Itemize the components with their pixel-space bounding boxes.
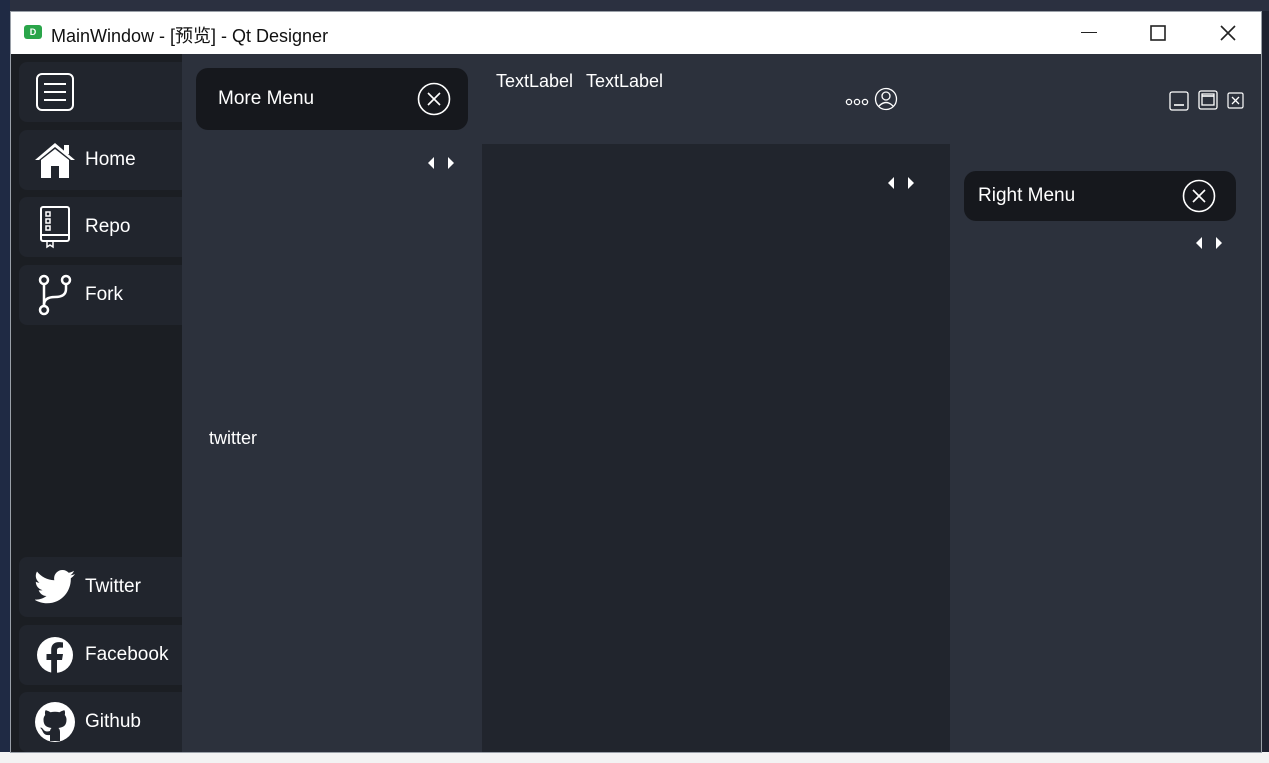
- title-bar[interactable]: D MainWindow - [预览] - Qt Designer: [11, 12, 1261, 54]
- close-icon: [1227, 92, 1244, 109]
- close-more-menu-button[interactable]: [417, 82, 451, 121]
- arrow-left-icon[interactable]: [428, 157, 434, 169]
- app-maximize-button[interactable]: [1198, 90, 1218, 115]
- fork-icon: [33, 273, 77, 317]
- desktop-background-bottom: [0, 752, 1269, 763]
- sidebar-item-fork[interactable]: Fork: [19, 265, 182, 325]
- home-icon: [33, 138, 77, 182]
- right-menu-scroll-arrows[interactable]: [1196, 237, 1222, 249]
- sidebar-item-repo[interactable]: Repo: [19, 197, 182, 257]
- arrow-left-icon[interactable]: [1196, 237, 1202, 249]
- top-bar: TextLabel TextLabel: [482, 54, 1261, 144]
- more-menu-title: More Menu: [218, 88, 315, 109]
- repo-icon: [33, 205, 77, 249]
- sidebar-item-twitter[interactable]: Twitter: [19, 557, 182, 617]
- content-scroll-arrows[interactable]: [888, 177, 914, 189]
- maximize-icon: [1150, 25, 1166, 41]
- right-menu-title: Right Menu: [978, 185, 1076, 206]
- text-label-2: TextLabel: [586, 71, 664, 91]
- github-icon: [33, 700, 77, 744]
- maximize-icon: [1198, 90, 1218, 110]
- maximize-button[interactable]: [1123, 12, 1193, 54]
- desktop-background: [0, 0, 1269, 11]
- sidebar-item-label: Repo: [85, 216, 131, 237]
- app-close-button[interactable]: [1227, 92, 1244, 114]
- more-dots-icon: [845, 98, 869, 106]
- sidebar-item-facebook[interactable]: Facebook: [19, 625, 182, 685]
- close-circle-icon: [1182, 179, 1216, 213]
- main-window: D MainWindow - [预览] - Qt Designer Home R…: [10, 11, 1262, 753]
- facebook-icon: [33, 633, 77, 677]
- more-options-button[interactable]: [845, 94, 869, 112]
- more-menu-header: More Menu: [196, 68, 468, 130]
- sidebar-item-label: Fork: [85, 284, 123, 305]
- close-right-menu-button[interactable]: [1182, 179, 1216, 218]
- minimize-icon: [1081, 32, 1097, 33]
- arrow-left-icon[interactable]: [888, 177, 894, 189]
- text-label-1: TextLabel: [496, 71, 574, 91]
- sidebar-item-github[interactable]: Github: [19, 692, 182, 752]
- app-minimize-button[interactable]: [1169, 91, 1189, 116]
- qt-designer-icon: D: [24, 25, 42, 39]
- sidebar-item-label: Facebook: [85, 644, 169, 665]
- main-content-area: [482, 144, 950, 752]
- minimize-button[interactable]: [1054, 12, 1124, 54]
- sidebar-item-home[interactable]: Home: [19, 130, 182, 190]
- hamburger-menu-icon: [33, 70, 77, 114]
- user-icon: [874, 87, 898, 111]
- sidebar-item-label: Github: [85, 711, 141, 732]
- arrow-right-icon[interactable]: [448, 157, 454, 169]
- sidebar-item-label: Home: [85, 149, 136, 170]
- menu-toggle-button[interactable]: [19, 62, 182, 122]
- arrow-right-icon[interactable]: [1216, 237, 1222, 249]
- user-profile-button[interactable]: [874, 87, 898, 116]
- minimize-icon: [1169, 91, 1189, 111]
- right-menu-panel: Right Menu: [950, 158, 1250, 740]
- twitter-icon: [33, 565, 77, 609]
- close-button[interactable]: [1193, 12, 1261, 54]
- close-icon: [1220, 25, 1236, 41]
- right-menu-header: Right Menu: [964, 171, 1236, 221]
- more-menu-panel: More Menu twitter: [182, 54, 482, 752]
- more-menu-text: twitter: [209, 428, 258, 448]
- sidebar-item-label: Twitter: [85, 576, 141, 597]
- more-menu-scroll-arrows[interactable]: [428, 157, 454, 169]
- close-circle-icon: [417, 82, 451, 116]
- left-sidebar: Home Repo Fork Twitter Facebook Github: [11, 54, 182, 752]
- desktop-background-left: [0, 0, 10, 763]
- window-title: MainWindow - [预览] - Qt Designer: [51, 26, 329, 46]
- arrow-right-icon[interactable]: [908, 177, 914, 189]
